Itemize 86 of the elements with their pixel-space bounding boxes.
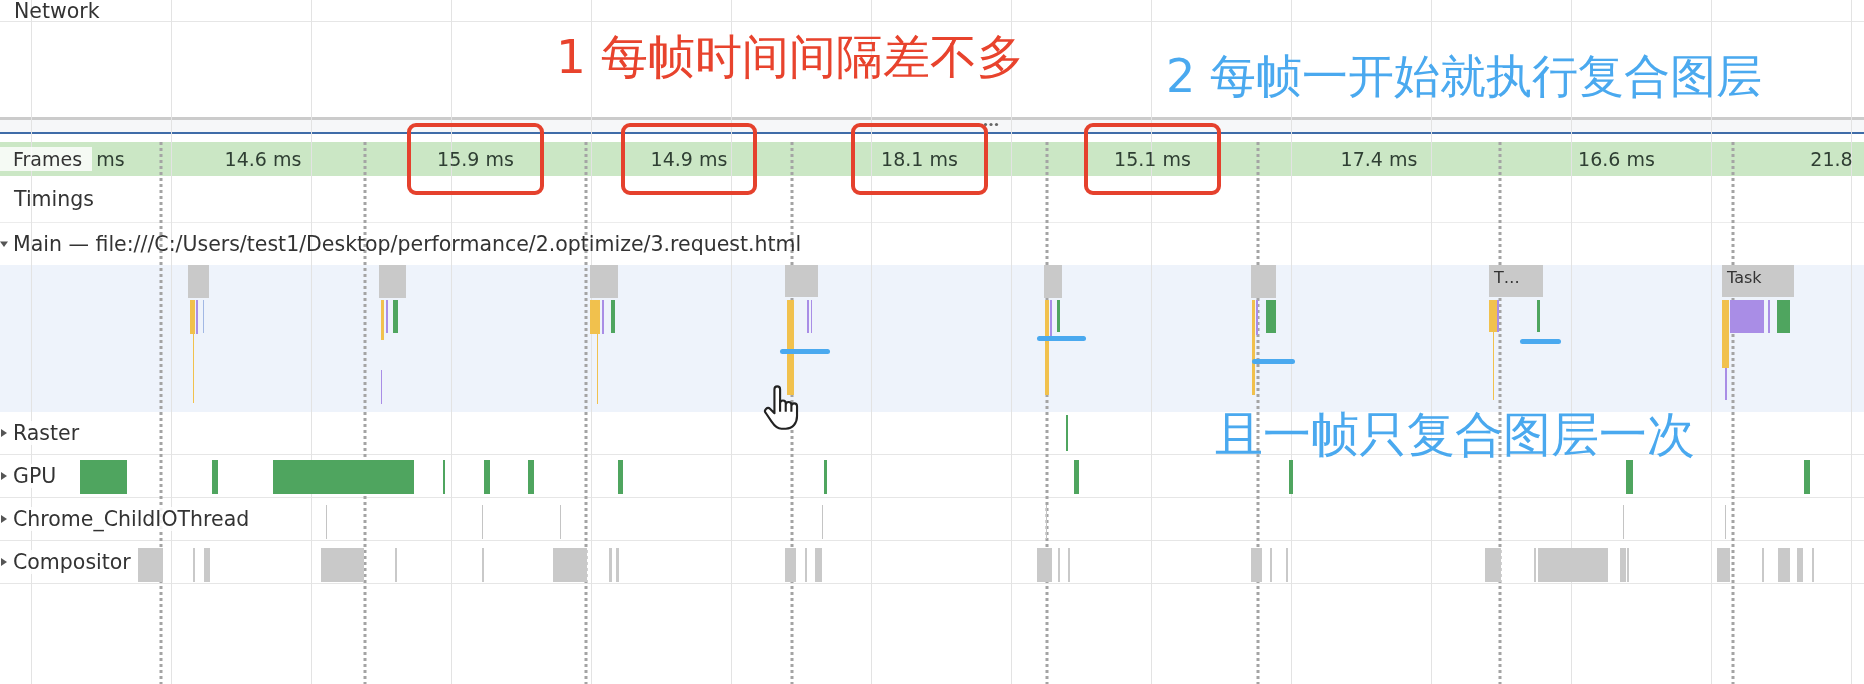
- track-label: Raster: [13, 421, 83, 445]
- more-dots-icon[interactable]: [983, 122, 999, 127]
- frame-duration: 14.9 ms: [650, 148, 728, 170]
- compositor-task-bar[interactable]: [616, 548, 619, 582]
- gpu-task-bar[interactable]: [1074, 460, 1079, 494]
- flame-bar[interactable]: [1252, 300, 1255, 395]
- compositor-task-bar[interactable]: [785, 548, 796, 582]
- compositor-task-bar[interactable]: [321, 548, 364, 582]
- flame-bar[interactable]: [590, 300, 600, 334]
- annotation-text: 2 每帧一开始就执行复合图层: [1166, 53, 1762, 99]
- io-thread-tick[interactable]: [560, 505, 561, 539]
- frame-duration: 17.4 ms: [1340, 148, 1418, 170]
- compositor-task-bar[interactable]: [138, 548, 163, 582]
- caret-down-icon[interactable]: [0, 240, 8, 248]
- flame-bar[interactable]: [190, 300, 195, 334]
- annotation-underline: [1252, 359, 1295, 364]
- frame-duration: 18.1 ms: [881, 148, 958, 170]
- caret-right-icon[interactable]: [0, 515, 8, 523]
- flame-bar[interactable]: [381, 300, 384, 340]
- gpu-task-bar[interactable]: [80, 460, 127, 494]
- frame-duration: 14.6 ms: [224, 148, 302, 170]
- gpu-task-bar[interactable]: [1804, 460, 1810, 494]
- gpu-task-bar[interactable]: [618, 460, 623, 494]
- gpu-task-bar[interactable]: [212, 460, 218, 494]
- gpu-task-bar[interactable]: [1626, 460, 1633, 494]
- compositor-task-bar[interactable]: [1485, 548, 1501, 582]
- annotation-underline: [1037, 336, 1086, 341]
- hand-cursor-icon: [763, 385, 800, 433]
- gpu-task-bar[interactable]: [273, 460, 414, 494]
- compositor-task-bar[interactable]: [815, 548, 822, 582]
- flame-bar[interactable]: [1777, 300, 1790, 333]
- frame-duration: 16.6 ms: [1578, 148, 1655, 170]
- gpu-task-bar[interactable]: [484, 460, 490, 494]
- frame-duration: 15.9 ms: [437, 148, 514, 170]
- io-thread-tick[interactable]: [1725, 505, 1726, 539]
- compositor-task-bar[interactable]: [1037, 548, 1052, 582]
- io-thread-tick[interactable]: [822, 505, 823, 539]
- compositor-task-bar[interactable]: [553, 548, 587, 582]
- compositor-task-bar[interactable]: [1717, 548, 1730, 582]
- compositor-task-bar[interactable]: [1538, 548, 1608, 582]
- task-block[interactable]: Task: [1722, 265, 1794, 297]
- task-block[interactable]: [785, 265, 818, 297]
- flame-bar[interactable]: [1537, 300, 1540, 332]
- caret-right-icon[interactable]: [0, 429, 8, 437]
- track-label: Network: [14, 0, 100, 23]
- frame-duration: 15.1 ms: [1114, 148, 1191, 170]
- compositor-task-bar[interactable]: [1251, 548, 1262, 582]
- annotation-underline: [780, 349, 830, 354]
- io-thread-tick[interactable]: [482, 505, 483, 539]
- track-label: Frames: [0, 147, 93, 171]
- io-thread-tick[interactable]: [1623, 505, 1624, 539]
- compositor-task-bar[interactable]: [1797, 548, 1803, 582]
- annotation-text: 且一帧只复合图层一次: [1215, 410, 1695, 458]
- frame-duration: ms: [96, 148, 125, 170]
- gpu-task-bar[interactable]: [824, 460, 827, 494]
- track-label: Main — file:///C:/Users/test1/Desktop/performance/2.optimize/3.request.html: [13, 232, 802, 256]
- compositor-task-bar[interactable]: [1778, 548, 1790, 582]
- flame-bar[interactable]: [1057, 300, 1060, 332]
- frame-duration: 21.8: [1810, 148, 1853, 170]
- flame-bar[interactable]: [611, 300, 615, 333]
- gpu-task-bar[interactable]: [528, 460, 534, 494]
- compositor-task-bar[interactable]: [1620, 548, 1626, 582]
- track-label: Timings: [14, 187, 94, 211]
- flame-bar[interactable]: [1730, 300, 1764, 333]
- task-block[interactable]: [188, 265, 209, 298]
- gpu-task-bar[interactable]: [1289, 460, 1293, 494]
- io-thread-tick[interactable]: [1046, 505, 1047, 539]
- track-label: Compositor: [13, 550, 134, 574]
- caret-right-icon[interactable]: [0, 558, 8, 566]
- flame-bar[interactable]: [1489, 300, 1497, 332]
- annotation-text: 1 每帧时间间隔差不多: [556, 33, 1024, 80]
- task-block[interactable]: [379, 265, 406, 298]
- flame-bar[interactable]: [787, 300, 794, 395]
- task-block[interactable]: [1251, 265, 1276, 298]
- flame-bar[interactable]: [1045, 300, 1049, 395]
- caret-right-icon[interactable]: [0, 472, 8, 480]
- task-block[interactable]: [1044, 265, 1062, 298]
- flame-bar[interactable]: [1722, 300, 1729, 368]
- io-thread-tick[interactable]: [326, 505, 327, 539]
- task-block[interactable]: [590, 265, 618, 298]
- compositor-task-bar[interactable]: [204, 548, 210, 582]
- task-block[interactable]: T…: [1489, 265, 1543, 297]
- flame-bar[interactable]: [1266, 300, 1276, 333]
- flame-bar[interactable]: [393, 300, 398, 333]
- annotation-underline: [1520, 339, 1561, 344]
- compositor-task-bar[interactable]: [609, 548, 612, 582]
